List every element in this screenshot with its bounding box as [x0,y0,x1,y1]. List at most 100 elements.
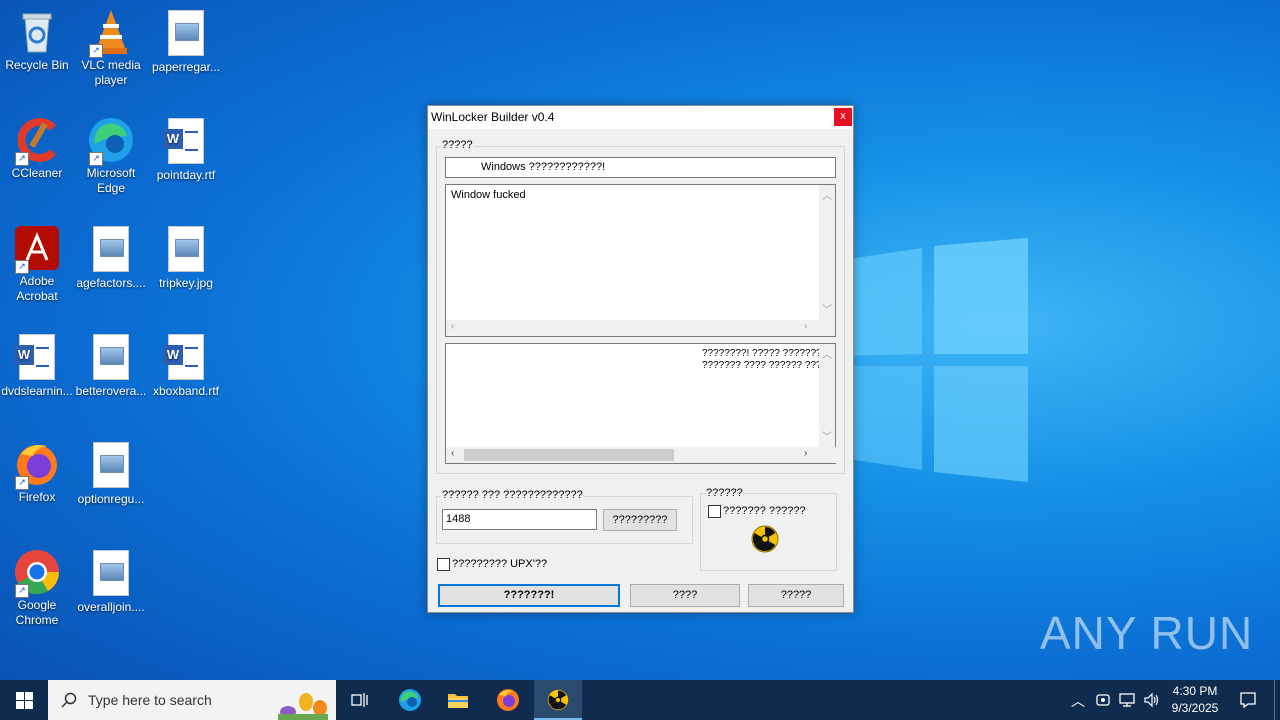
code-group-label: ?????? ??? ????????????? [441,489,584,501]
window-title: WinLocker Builder v0.4 [431,110,555,124]
message-horizontal-scrollbar[interactable]: ‹ › [446,320,819,336]
option-checkbox-label: ??????? ?????? [723,505,806,517]
word-document-icon: W [14,334,55,380]
desktop-icon-agefactors[interactable]: agefactors.... [74,224,148,291]
close-button[interactable]: x [834,108,852,126]
search-icon [61,692,77,708]
clock[interactable]: 4:30 PM 9/3/2025 [1166,683,1224,717]
message-group-label: ????? [441,139,474,151]
desktop-icon-label: dvdslearnin... [1,384,73,398]
message-textarea[interactable]: Window fucked ︿ ﹀ ‹ › [445,184,836,337]
desktop-icon-label: VLC media player [81,58,141,87]
radiation-icon [547,689,569,711]
search-placeholder: Type here to search [88,692,212,708]
desktop-icon-label: Microsoft Edge [86,166,136,195]
shortcut-arrow-icon: ↗ [15,476,29,490]
task-view-icon [351,693,368,707]
message-text-value: Window fucked [451,189,526,201]
scroll-down-icon[interactable]: ﹀ [822,428,832,443]
secondary-vertical-scrollbar[interactable]: ︿ ﹀ [819,344,835,447]
title-bar[interactable]: WinLocker Builder v0.4 x [428,106,853,129]
scroll-left-icon[interactable]: ‹ [451,321,454,332]
shortcut-arrow-icon: ↗ [89,44,103,58]
taskbar-search-box[interactable]: Type here to search [48,680,336,720]
unlock-code-input[interactable]: 1488 [442,509,597,530]
scroll-up-icon[interactable]: ︿ [822,187,832,202]
desktop-icon-label: betterovera... [75,384,147,398]
desktop-icon-label: pointday.rtf [156,168,216,182]
desktop-icon-vlc[interactable]: ↗ VLC media player [74,8,148,88]
scroll-up-icon[interactable]: ︿ [822,346,832,361]
desktop-icon-label: xboxband.rtf [152,384,220,398]
desktop-icon-label: agefactors.... [76,276,146,290]
image-file-icon [168,10,204,56]
desktop-icon-label: CCleaner [11,166,63,180]
shortcut-arrow-icon: ↗ [15,260,29,274]
winlocker-builder-window: WinLocker Builder v0.4 x ????? Windows ?… [427,105,854,613]
message-vertical-scrollbar[interactable]: ︿ ﹀ [819,185,835,320]
desktop-icon-betterovera[interactable]: betterovera... [74,332,148,399]
scrollbar-corner [819,320,835,336]
desktop-icon-paperregar[interactable]: paperregar... [149,8,223,75]
desktop-icon-pointday[interactable]: W pointday.rtf [149,116,223,183]
horizontal-scroll-thumb[interactable] [464,449,674,461]
taskbar-firefox[interactable] [484,680,532,720]
desktop-icon-ccleaner[interactable]: ↗ CCleaner [0,116,74,181]
desktop-icon-optionregu[interactable]: optionregu... [74,440,148,507]
create-button[interactable]: ???????! [438,584,620,607]
firefox-icon [497,689,519,711]
task-view-button[interactable] [336,680,384,720]
desktop-icon-label: tripkey.jpg [159,276,213,290]
edge-icon: ↗ [87,116,135,166]
search-highlight-flowers-icon [278,693,328,720]
meet-now-icon[interactable] [1096,692,1110,708]
windows-logo-wallpaper [842,238,1028,482]
header-text-value: Windows ????????????! [481,161,606,173]
secondary-horizontal-scrollbar[interactable]: ‹ › [446,447,837,463]
network-icon[interactable] [1119,692,1135,708]
anyrun-watermark: ANY RUN [1040,607,1254,659]
desktop-icon-edge[interactable]: ↗ Microsoft Edge [74,116,148,196]
header-text-input[interactable]: Windows ????????????! [445,157,836,178]
start-button[interactable] [0,680,48,720]
scroll-right-icon[interactable]: › [804,321,807,332]
desktop-icon-overalljoin[interactable]: overalljoin.... [74,548,148,615]
radiation-icon [751,525,779,553]
scroll-right-icon[interactable]: › [804,448,807,459]
notification-center-icon[interactable] [1239,691,1257,709]
scroll-left-icon[interactable]: ‹ [451,448,454,459]
show-hidden-icons-chevron-icon[interactable]: ︿ [1071,691,1085,711]
scroll-down-icon[interactable]: ﹀ [822,301,832,316]
secondary-button[interactable]: ???? [630,584,740,607]
volume-icon[interactable] [1143,692,1159,708]
desktop-icon-chrome[interactable]: ↗ Google Chrome [0,548,74,628]
taskbar-winlocker-active[interactable] [534,680,582,720]
folder-icon [448,694,468,708]
desktop-icon-acrobat[interactable]: ↗ Adobe Acrobat [0,224,74,304]
unlock-code-value: 1488 [446,513,471,525]
upx-checkbox[interactable] [437,558,450,571]
secondary-textarea[interactable]: ????????! ????? ??????? ??????? ???? ???… [445,343,837,464]
tertiary-button[interactable]: ????? [748,584,844,607]
taskbar-edge[interactable] [386,680,434,720]
shortcut-arrow-icon: ↗ [15,152,29,166]
desktop-icon-recycle-bin[interactable]: Recycle Bin [0,8,74,73]
image-file-icon [168,226,204,272]
vlc-cone-icon: ↗ [87,8,135,58]
show-desktop-button[interactable] [1274,680,1280,720]
shortcut-arrow-icon: ↗ [89,152,103,166]
taskbar-file-explorer[interactable] [434,680,482,720]
desktop-icon-label: optionregu... [77,492,145,506]
recycle-bin-icon [13,8,61,56]
desktop-icon-label: Google Chrome [15,598,59,627]
image-file-icon [93,550,129,596]
desktop-icon-firefox[interactable]: ↗ Firefox [0,440,74,505]
desktop-icon-tripkey[interactable]: tripkey.jpg [149,224,223,291]
desktop-icon-dvdslearnin[interactable]: W dvdslearnin... [0,332,74,399]
option-checkbox[interactable] [708,505,721,518]
secondary-text-line1: ????????! ????? ??????? [702,348,822,359]
desktop-icon-xboxband[interactable]: W xboxband.rtf [149,332,223,399]
taskbar: Type here to search ︿ 4:30 PM 9/3/2025 [0,680,1280,720]
desktop-icon-label: Recycle Bin [5,58,69,72]
generate-button[interactable]: ????????? [603,509,677,531]
